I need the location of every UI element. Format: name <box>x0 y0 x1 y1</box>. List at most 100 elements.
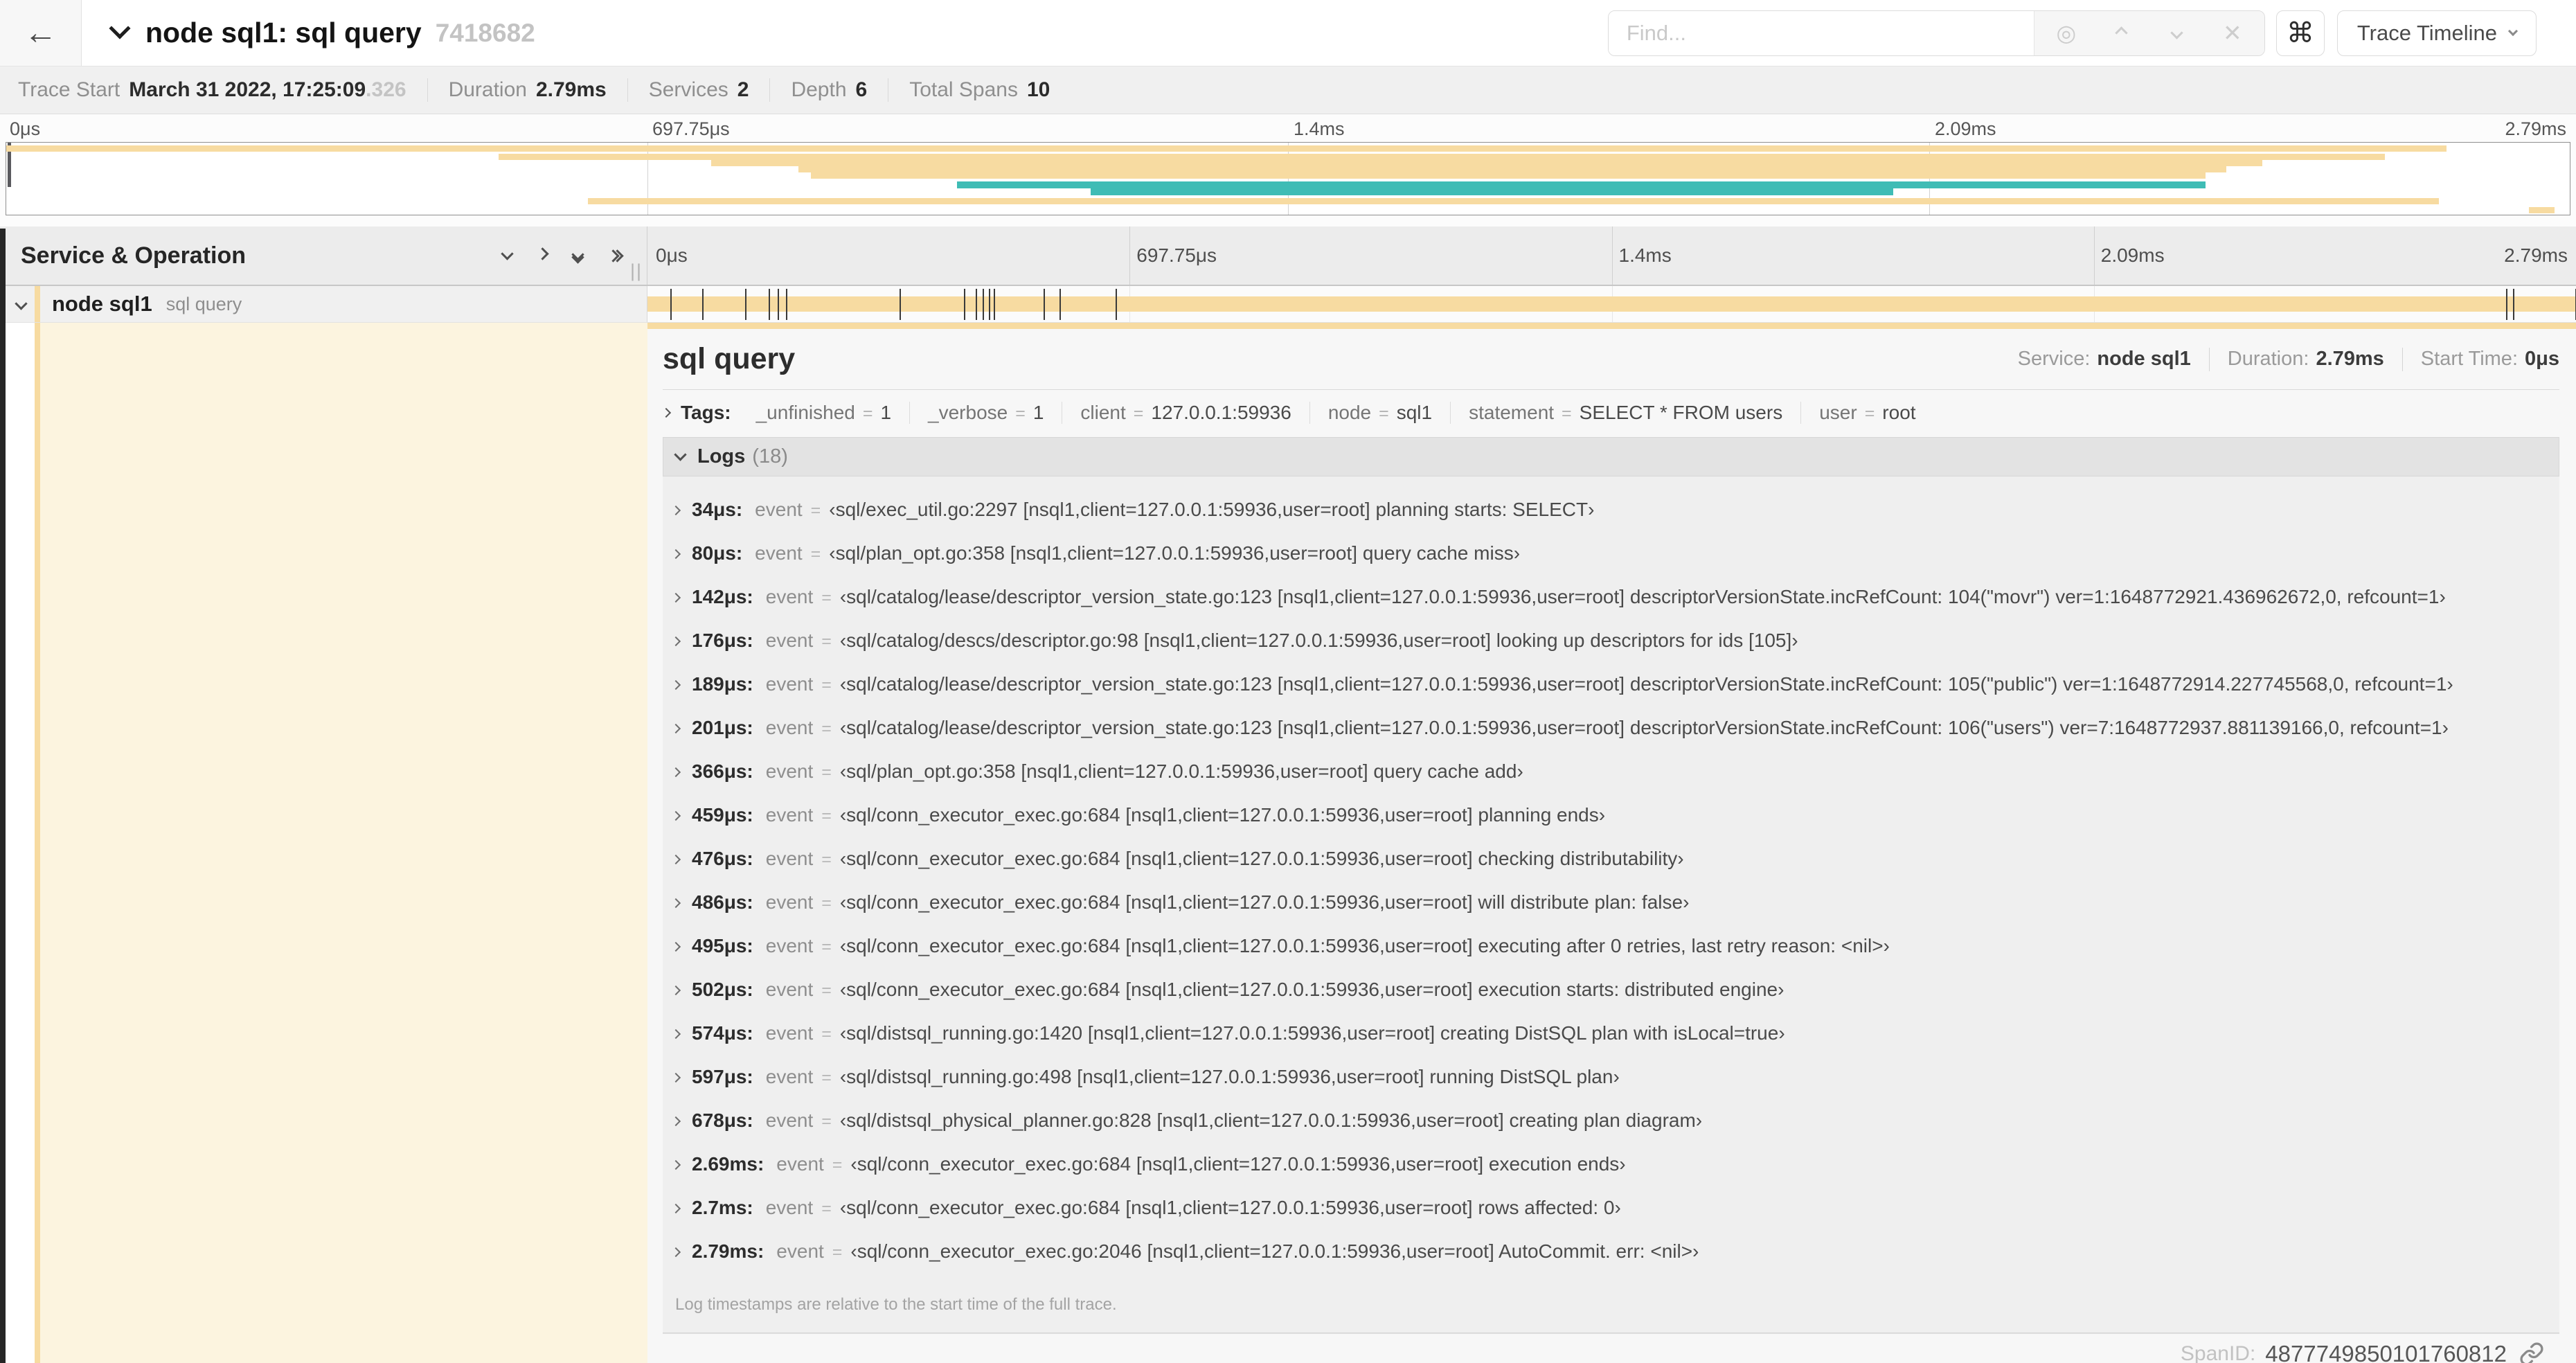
log-field-key: event <box>755 499 803 520</box>
log-marker-tick <box>2513 289 2515 320</box>
trace-collapse-chevron[interactable] <box>109 17 131 39</box>
span-bar-lane[interactable] <box>647 286 2576 322</box>
log-field-key: event <box>765 717 814 738</box>
log-marker-tick <box>785 289 787 320</box>
chevron-right-icon <box>672 767 681 778</box>
log-timestamp: 597μs: <box>692 1066 753 1087</box>
log-field-value: ‹sql/exec_util.go:2297 [nsql1,client=127… <box>829 499 1595 520</box>
log-entry[interactable]: 574μs: event = ‹sql/distsql_running.go:1420… <box>672 1022 2559 1050</box>
log-entry[interactable]: 34μs: event = ‹sql/exec_util.go:2297 [nsql1… <box>672 499 2559 526</box>
spanid-label: SpanID: <box>2180 1342 2256 1363</box>
log-entry[interactable]: 495μs: event = ‹sql/conn_executor_exec.go:6… <box>672 935 2559 963</box>
match-highlight-button[interactable]: ◎ <box>2054 19 2079 46</box>
log-entry[interactable]: 486μs: event = ‹sql/conn_executor_exec.go:6… <box>672 891 2559 919</box>
log-entry[interactable]: 80μs: event = ‹sql/plan_opt.go:358 [nsql1,c… <box>672 542 2559 570</box>
chevron-down-icon <box>501 247 514 260</box>
logs-footer-note: Log timestamps are relative to the start… <box>675 1295 1117 1314</box>
log-entry[interactable]: 678μs: event = ‹sql/distsql_physical_planne… <box>672 1110 2559 1137</box>
log-entry[interactable]: 142μs: event = ‹sql/catalog/lease/descripto… <box>672 586 2559 614</box>
log-timestamp: 142μs: <box>692 586 753 607</box>
find-input[interactable] <box>1608 10 2034 55</box>
log-entry[interactable]: 502μs: event = ‹sql/conn_executor_exec.go:6… <box>672 979 2559 1006</box>
log-entry[interactable]: 2.7ms: event = ‹sql/conn_executor_exec.go:6… <box>672 1197 2559 1224</box>
tag-value: 1 <box>880 402 892 423</box>
tag-value: sql1 <box>1396 402 1433 423</box>
log-entry[interactable]: 189μs: event = ‹sql/catalog/lease/descripto… <box>672 673 2559 701</box>
span-collapse-chevron[interactable] <box>15 297 28 312</box>
log-timestamp: 189μs: <box>692 673 753 695</box>
prev-match-button[interactable] <box>2109 26 2134 39</box>
tag-equals: = <box>1864 404 1875 423</box>
span-row-label[interactable]: node sql1 sql query <box>0 286 647 322</box>
log-marker-tick <box>2506 289 2508 320</box>
log-equals: = <box>821 937 832 956</box>
expand-one-button[interactable] <box>536 247 549 262</box>
minimap-tick-labels: 0μs 697.75μs 1.4ms 2.09ms 2.79ms <box>6 114 2570 142</box>
log-entry[interactable]: 476μs: event = ‹sql/conn_executor_exec.go:6… <box>672 848 2559 875</box>
summary-item: Trace Start March 31 2022, 17:25:09.326 <box>18 78 427 102</box>
log-entry[interactable]: 201μs: event = ‹sql/catalog/lease/descripto… <box>672 717 2559 745</box>
logs-block: Logs (18) 34μs: event = ‹sql/exec_util.go:2… <box>663 437 2559 1333</box>
log-timestamp: 678μs: <box>692 1110 753 1131</box>
chevron-down-icon <box>109 17 131 39</box>
ruler-tick-label: 1.4ms <box>1618 244 1672 266</box>
span-color-strip <box>35 323 40 1363</box>
clear-find-button[interactable]: ✕ <box>2220 19 2245 46</box>
expand-all-button[interactable] <box>607 249 624 262</box>
minimap-tick-label: 2.79ms <box>2505 118 2566 139</box>
chevron-right-icon <box>672 1159 681 1170</box>
deep-link-icon[interactable] <box>2519 1342 2544 1363</box>
logs-count: (18) <box>752 445 788 467</box>
tags-row[interactable]: Tags: _unfinished = 1 _verbose = 1 client = 127.… <box>663 390 2559 436</box>
tag-item: statement = SELECT * FROM users <box>1450 402 1800 424</box>
summary-value: March 31 2022, 17:25:09 <box>129 78 366 101</box>
duration-value: 2.79ms <box>2316 347 2384 370</box>
log-marker-tick <box>1059 289 1061 320</box>
view-selector-button[interactable]: Trace Timeline <box>2336 10 2537 56</box>
log-equals: = <box>821 588 832 607</box>
log-field-value: ‹sql/distsql_running.go:1420 [nsql1,clie… <box>839 1022 1785 1044</box>
tag-key: node <box>1327 402 1372 423</box>
minimap-canvas[interactable] <box>6 142 2570 215</box>
summary-value: 2.79ms <box>535 78 607 101</box>
log-field-key: event <box>765 1022 814 1044</box>
log-entry[interactable]: 176μs: event = ‹sql/catalog/descs/descripto… <box>672 630 2559 657</box>
log-timestamp: 476μs: <box>692 848 753 869</box>
next-match-button[interactable] <box>2165 26 2190 39</box>
collapse-all-button[interactable] <box>571 247 584 264</box>
log-timestamp: 574μs: <box>692 1022 753 1044</box>
log-entry[interactable]: 597μs: event = ‹sql/distsql_running.go:498 … <box>672 1066 2559 1094</box>
log-equals: = <box>821 763 832 782</box>
log-field-key: event <box>755 542 803 564</box>
ruler-tick-label: 697.75μs <box>1136 244 1217 266</box>
log-field-key: event <box>765 1110 814 1131</box>
logs-header[interactable]: Logs (18) <box>663 437 2559 476</box>
log-field-value: ‹sql/catalog/lease/descriptor_version_st… <box>839 717 2449 738</box>
log-marker-tick <box>964 289 966 320</box>
chevron-right-icon <box>672 985 681 996</box>
log-entry[interactable]: 459μs: event = ‹sql/conn_executor_exec.go:6… <box>672 804 2559 832</box>
keyboard-shortcuts-button[interactable]: ⌘ <box>2275 10 2325 56</box>
log-entry[interactable]: 2.69ms: event = ‹sql/conn_executor_exec.go:… <box>672 1153 2559 1181</box>
summary-label: Depth <box>791 78 847 101</box>
chevron-right-icon <box>672 1197 681 1217</box>
log-timestamp: 80μs: <box>692 542 743 564</box>
log-field-key: event <box>776 1240 824 1262</box>
span-detail-header: sql query Service: node sql1 Duration: 2.7… <box>663 329 2559 390</box>
tag-value: 127.0.0.1:59936 <box>1151 402 1291 423</box>
log-entry[interactable]: 366μs: event = ‹sql/plan_opt.go:358 [nsql1,… <box>672 760 2559 788</box>
span-bar <box>647 296 2576 312</box>
back-button[interactable]: ← <box>0 0 82 66</box>
log-field-key: event <box>765 891 814 913</box>
summary-value: 2 <box>737 78 749 101</box>
log-entry[interactable]: 2.79ms: event = ‹sql/conn_executor_exec.go:… <box>672 1240 2559 1268</box>
log-timestamp: 2.79ms: <box>692 1240 764 1262</box>
trace-timeline-page: ← node sql1: sql query 7418682 ◎ ✕ ⌘ Tra… <box>0 0 2576 1363</box>
span-detail-row: sql query Service: node sql1 Duration: 2.7… <box>0 323 2576 1363</box>
log-marker-tick <box>989 289 991 320</box>
column-resizer-handle[interactable]: || <box>630 260 643 282</box>
log-equals: = <box>810 544 821 564</box>
header-controls: ◎ ✕ ⌘ Trace Timeline <box>1607 10 2537 56</box>
timeline-header-icons <box>501 247 624 264</box>
collapse-one-button[interactable] <box>501 247 514 262</box>
